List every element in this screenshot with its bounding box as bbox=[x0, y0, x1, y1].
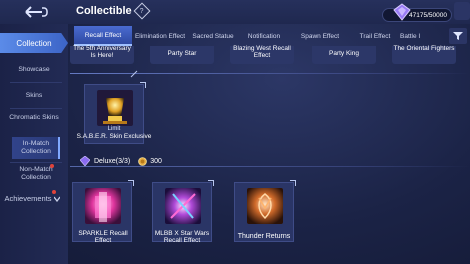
sidebar-item-showcase[interactable]: Showcase bbox=[4, 66, 64, 74]
deluxe-gem-icon bbox=[80, 156, 90, 166]
window-edge-button[interactable] bbox=[454, 2, 470, 20]
saber-skin-label: S.A.B.E.R. Skin Exclusive bbox=[76, 133, 152, 140]
sidebar-divider bbox=[10, 162, 62, 163]
sparkle-recall-label: SPARKLE Recall Effect bbox=[78, 230, 128, 244]
star-wars-recall-label: MLBB X Star Wars Recall Effect bbox=[154, 230, 210, 244]
notification-dot bbox=[52, 190, 56, 194]
category-tabs: Recall Effect Elimination Effect Sacred … bbox=[74, 26, 470, 46]
back-button[interactable] bbox=[20, 3, 50, 21]
card-corner bbox=[128, 180, 134, 186]
sidebar-item-achievements[interactable]: Achievements bbox=[0, 195, 56, 203]
filter-button[interactable] bbox=[449, 28, 467, 44]
card-corner bbox=[208, 180, 214, 186]
sidebar-item-non-match-collection[interactable]: Non-Match Collection bbox=[10, 166, 62, 182]
divider-corner-icon bbox=[130, 70, 138, 78]
tab-elimination-effect[interactable]: Elimination Effect bbox=[132, 26, 188, 46]
help-glyph: ? bbox=[140, 7, 144, 15]
deluxe-header: Deluxe(3/3) 300 bbox=[80, 155, 162, 167]
collection-content: The 5th Anniversary Is Here! Party Star … bbox=[70, 45, 470, 264]
sparkle-recall-art bbox=[85, 188, 121, 224]
points-coin-icon bbox=[138, 156, 147, 166]
top-card-label: The 5th Anniversary Is Here! bbox=[73, 45, 131, 59]
sidebar-divider bbox=[10, 108, 62, 109]
tab-trail-effect[interactable]: Trail Effect bbox=[350, 26, 400, 46]
filter-icon bbox=[453, 32, 463, 40]
tab-notification[interactable]: Notification bbox=[238, 26, 290, 46]
tab-battle[interactable]: Battle I bbox=[400, 26, 428, 46]
chevron-down-icon bbox=[54, 196, 60, 202]
limit-badge: Limit bbox=[107, 126, 121, 132]
tab-sacred-statue[interactable]: Sacred Statue bbox=[188, 26, 238, 46]
top-card-label: Party King bbox=[329, 50, 359, 57]
gem-icon bbox=[393, 3, 411, 21]
card-corner bbox=[290, 180, 296, 186]
top-card-label: Blazing West Recall Effect bbox=[233, 45, 291, 59]
sidebar-item-collection[interactable]: Collection bbox=[0, 33, 68, 53]
sidebar-item-skins[interactable]: Skins bbox=[4, 92, 64, 100]
tab-recall-effect[interactable]: Recall Effect bbox=[74, 26, 132, 46]
card-corner bbox=[140, 82, 146, 88]
sidebar-item-in-match-collection[interactable]: In-Match Collection bbox=[10, 140, 62, 156]
saber-skin-art bbox=[97, 90, 133, 126]
star-wars-recall-art bbox=[165, 188, 201, 224]
deluxe-title: Deluxe(3/3) bbox=[94, 157, 131, 165]
top-card-label: Party Star bbox=[167, 50, 197, 57]
notification-dot bbox=[50, 164, 54, 168]
sidebar-divider bbox=[10, 82, 62, 83]
back-arrow-icon bbox=[25, 6, 48, 18]
thunder-returns-label: Thunder Returns bbox=[237, 233, 291, 240]
deluxe-points: 300 bbox=[150, 157, 162, 165]
top-card-label: The Oriental Fighters bbox=[393, 45, 455, 52]
page-title: Collectible bbox=[76, 5, 132, 17]
thunder-returns-art bbox=[247, 188, 283, 224]
sidebar-item-chromatic-skins[interactable]: Chromatic Skins bbox=[8, 114, 60, 122]
tab-spawn-effect[interactable]: Spawn Effect bbox=[290, 26, 350, 46]
